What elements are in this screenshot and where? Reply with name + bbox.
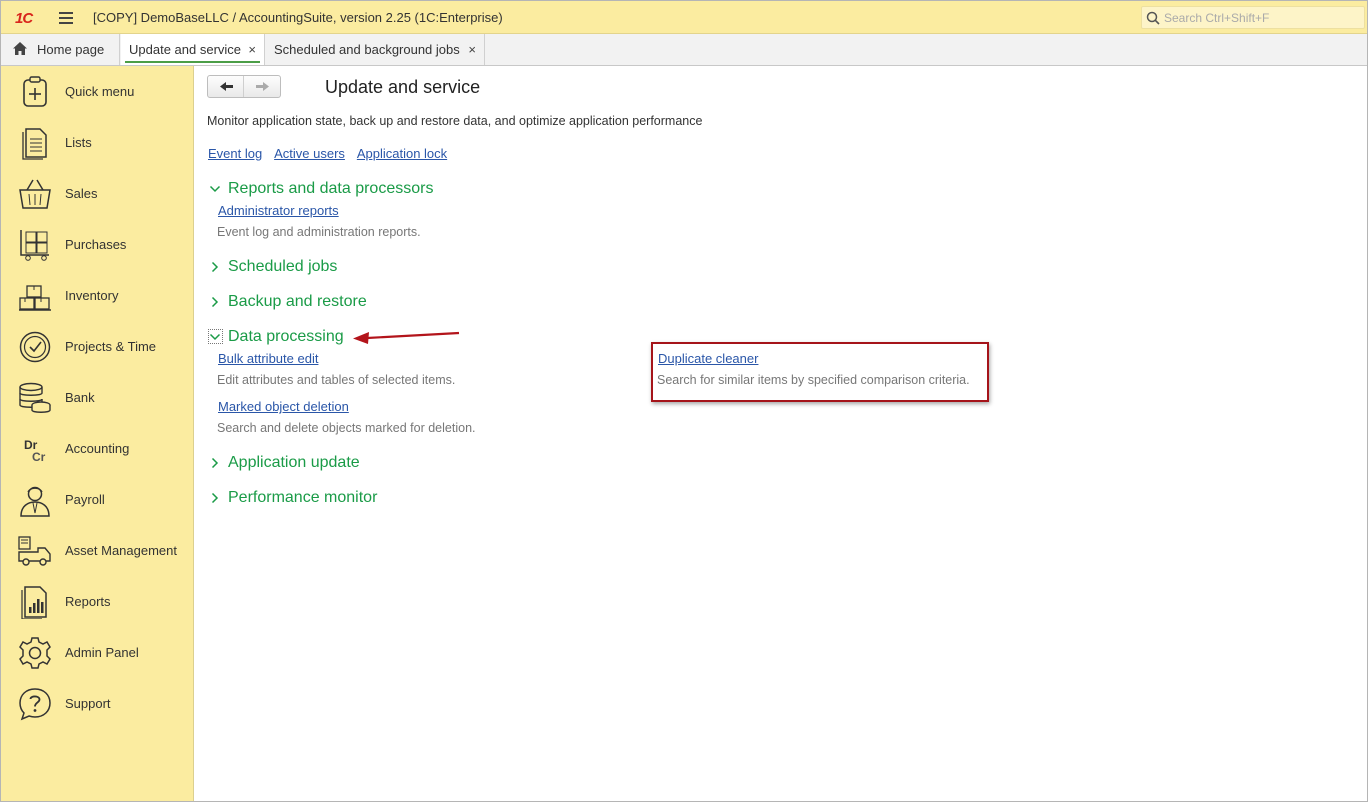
administrator-reports-description: Event log and administration reports. bbox=[217, 225, 421, 239]
clock-icon bbox=[19, 331, 51, 363]
app-logo: 1C bbox=[15, 10, 33, 27]
window-title: [COPY] DemoBaseLLC / AccountingSuite, ve… bbox=[93, 10, 503, 25]
tab-update-and-service[interactable]: Update and service × bbox=[121, 34, 265, 65]
forward-button[interactable] bbox=[245, 76, 281, 97]
sidebar-item-lists[interactable]: Lists bbox=[1, 117, 193, 168]
sidebar: Quick menu Lists Sales Purchases Invento… bbox=[1, 66, 194, 801]
close-tab-icon[interactable]: × bbox=[468, 34, 476, 65]
chevron-right-icon bbox=[211, 457, 219, 469]
sidebar-item-label: Quick menu bbox=[65, 84, 135, 99]
cart-icon bbox=[20, 230, 49, 261]
section-title: Application update bbox=[228, 454, 360, 471]
chevron-down-icon bbox=[209, 185, 221, 193]
tab-home-label: Home page bbox=[37, 42, 105, 57]
chevron-right-icon bbox=[211, 261, 219, 273]
search-input[interactable] bbox=[1164, 9, 1359, 26]
duplicate-cleaner-link[interactable]: Duplicate cleaner bbox=[658, 351, 758, 366]
section-title: Performance monitor bbox=[228, 489, 378, 506]
active-tab-indicator bbox=[125, 61, 260, 63]
page-description: Monitor application state, back up and r… bbox=[207, 114, 703, 128]
quick-menu-icon bbox=[23, 76, 47, 107]
main-content: Update and service Monitor application s… bbox=[195, 66, 1367, 801]
annotation-arrow-icon bbox=[353, 331, 460, 344]
section-title: Scheduled jobs bbox=[228, 258, 338, 275]
gear-icon bbox=[19, 637, 51, 669]
sidebar-item-purchases[interactable]: Purchases bbox=[1, 219, 193, 270]
sidebar-item-label: Asset Management bbox=[65, 543, 178, 558]
section-title: Backup and restore bbox=[228, 293, 367, 310]
application-lock-link[interactable]: Application lock bbox=[357, 146, 447, 161]
nav-buttons bbox=[207, 75, 281, 98]
coins-icon bbox=[19, 382, 51, 413]
sidebar-item-label: Reports bbox=[65, 594, 111, 609]
sidebar-item-projects-time[interactable]: Projects & Time bbox=[1, 321, 193, 372]
report-icon bbox=[21, 586, 47, 619]
chevron-right-icon bbox=[211, 492, 219, 504]
search-icon bbox=[1146, 11, 1160, 25]
basket-icon bbox=[19, 179, 51, 209]
sidebar-item-label: Bank bbox=[65, 390, 95, 405]
lists-icon bbox=[22, 128, 47, 160]
arrow-right-icon bbox=[256, 82, 269, 91]
hamburger-menu-icon[interactable] bbox=[59, 12, 73, 24]
dr-cr-icon: DrCr bbox=[24, 438, 46, 464]
sidebar-item-label: Sales bbox=[65, 186, 98, 201]
arrow-left-icon bbox=[220, 82, 233, 91]
tab-scheduled-label: Scheduled and background jobs bbox=[274, 42, 460, 57]
chevron-right-icon bbox=[211, 296, 219, 308]
sidebar-item-label: Support bbox=[65, 696, 111, 711]
sidebar-item-support[interactable]: Support bbox=[1, 678, 193, 729]
svg-text:Cr: Cr bbox=[32, 450, 46, 464]
tab-home[interactable]: Home page bbox=[1, 34, 120, 65]
back-button[interactable] bbox=[208, 76, 244, 97]
sidebar-item-inventory[interactable]: Inventory bbox=[1, 270, 193, 321]
title-bar: 1C [COPY] DemoBaseLLC / AccountingSuite,… bbox=[1, 1, 1367, 34]
help-icon bbox=[19, 688, 51, 721]
sidebar-item-admin-panel[interactable]: Admin Panel bbox=[1, 627, 193, 678]
sidebar-item-payroll[interactable]: Payroll bbox=[1, 474, 193, 525]
chevron-down-icon bbox=[209, 333, 221, 341]
section-title: Reports and data processors bbox=[228, 180, 434, 197]
sidebar-item-label: Admin Panel bbox=[65, 645, 139, 660]
active-users-link[interactable]: Active users bbox=[274, 146, 345, 161]
sidebar-item-label: Purchases bbox=[65, 237, 127, 252]
event-log-link[interactable]: Event log bbox=[208, 146, 262, 161]
truck-icon bbox=[18, 536, 51, 566]
page-title: Update and service bbox=[325, 77, 481, 97]
sidebar-item-reports[interactable]: Reports bbox=[1, 576, 193, 627]
bulk-attribute-edit-link[interactable]: Bulk attribute edit bbox=[218, 351, 318, 366]
section-title: Data processing bbox=[228, 328, 344, 345]
sidebar-item-label: Accounting bbox=[65, 441, 130, 456]
home-icon bbox=[13, 42, 27, 55]
sidebar-item-label: Inventory bbox=[65, 288, 119, 303]
sidebar-item-label: Lists bbox=[65, 135, 92, 150]
tab-bar: Home page Update and service × Scheduled… bbox=[1, 34, 1367, 66]
top-links: Event log Active users Application lock bbox=[208, 146, 456, 161]
sidebar-item-asset-management[interactable]: Asset Management bbox=[1, 525, 193, 576]
marked-object-deletion-link[interactable]: Marked object deletion bbox=[218, 399, 349, 414]
duplicate-cleaner-description: Search for similar items by specified co… bbox=[657, 373, 970, 387]
sidebar-item-accounting[interactable]: Dr Cr Accounting bbox=[1, 423, 193, 474]
tab-scheduled-jobs[interactable]: Scheduled and background jobs × bbox=[266, 34, 485, 65]
boxes-icon bbox=[19, 285, 51, 311]
person-icon bbox=[20, 486, 50, 517]
sidebar-item-sales[interactable]: Sales bbox=[1, 168, 193, 219]
tab-update-label: Update and service bbox=[129, 42, 242, 57]
administrator-reports-link[interactable]: Administrator reports bbox=[218, 203, 339, 218]
sidebar-item-label: Projects & Time bbox=[65, 339, 157, 354]
marked-object-deletion-description: Search and delete objects marked for del… bbox=[217, 421, 476, 435]
sidebar-item-bank[interactable]: Bank bbox=[1, 372, 193, 423]
sidebar-item-quick-menu[interactable]: Quick menu bbox=[1, 66, 193, 117]
search-box[interactable] bbox=[1141, 6, 1365, 29]
bulk-attribute-edit-description: Edit attributes and tables of selected i… bbox=[217, 373, 456, 387]
sidebar-item-label: Payroll bbox=[65, 492, 105, 507]
